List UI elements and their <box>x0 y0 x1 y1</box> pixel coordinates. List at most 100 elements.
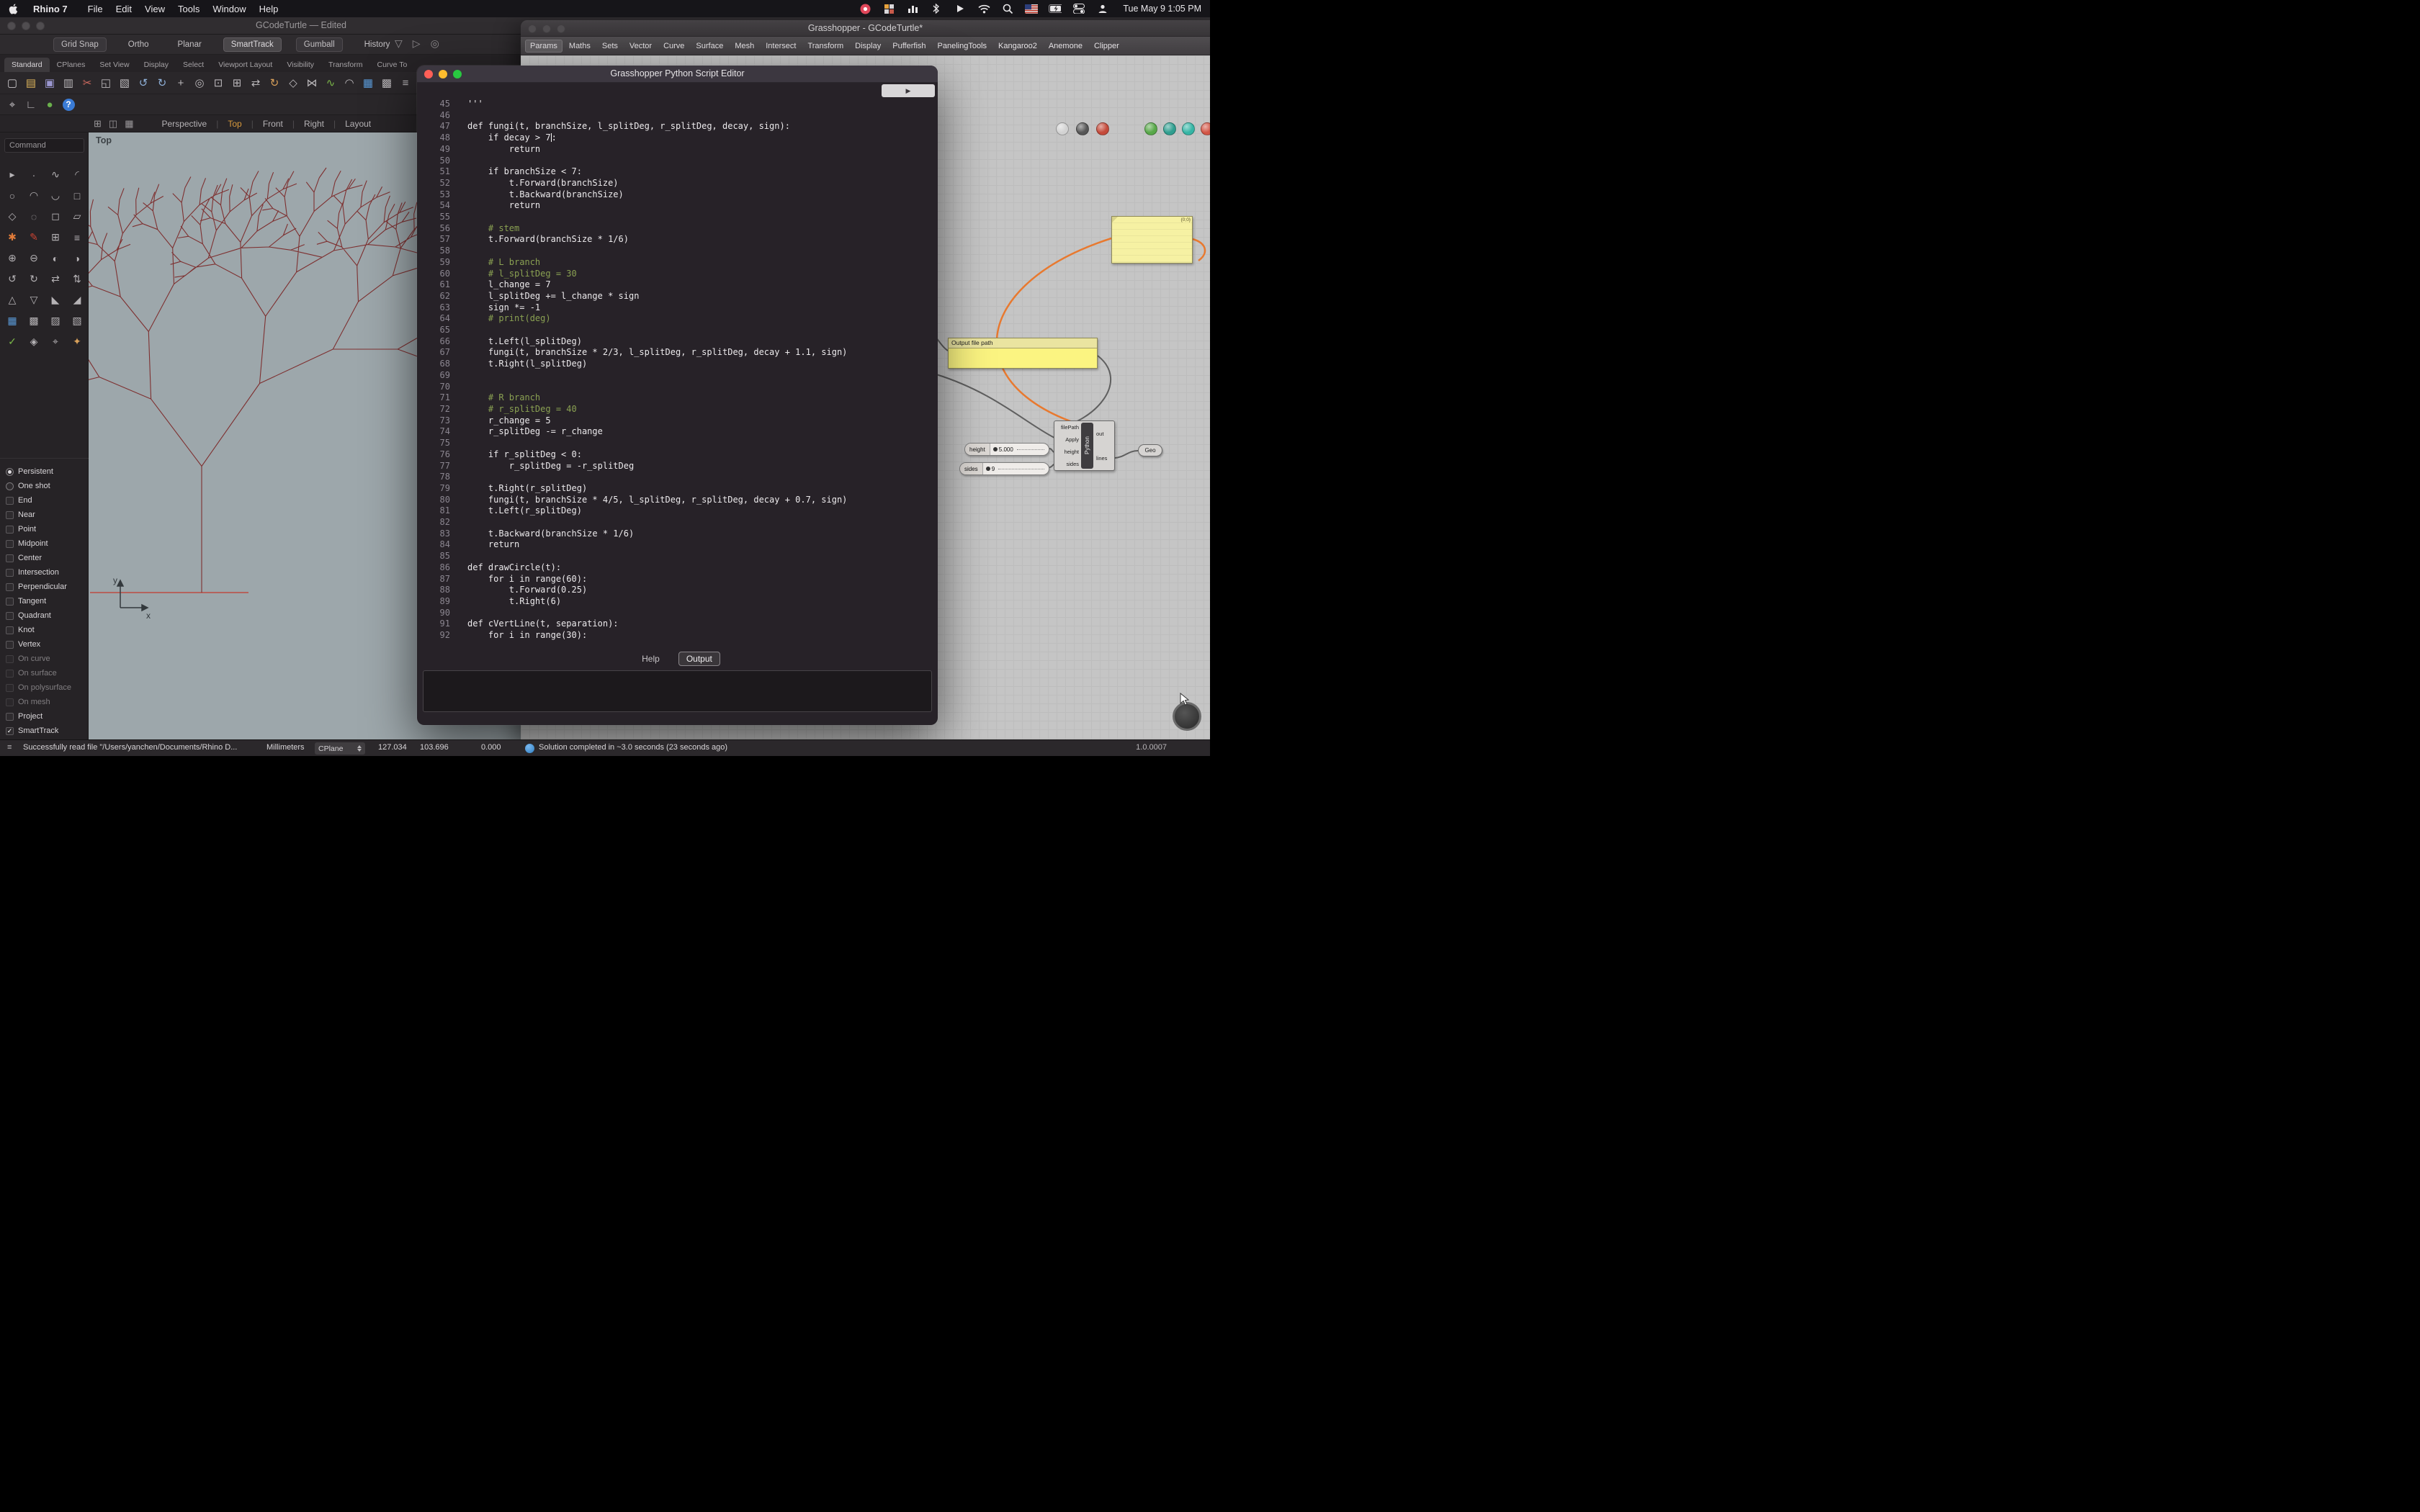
sides-slider[interactable]: sides 9 <box>959 462 1049 475</box>
osnap-item-perpendicular[interactable]: Perpendicular <box>6 580 89 594</box>
scale-icon[interactable]: ◇ <box>284 73 302 92</box>
slider-track[interactable]: 9 <box>983 463 1049 474</box>
shade-right-icon[interactable]: ◑ <box>66 248 88 269</box>
osnap-item-end[interactable]: End <box>6 493 89 508</box>
menu-clock[interactable]: Tue May 9 1:05 PM <box>1123 4 1201 14</box>
osnap-item-quadrant[interactable]: Quadrant <box>6 608 89 623</box>
osnap-item-vertex[interactable]: Vertex <box>6 637 89 652</box>
corner-br-icon[interactable]: ◢ <box>66 289 88 310</box>
zoom-extents-icon[interactable]: ⊞ <box>228 73 246 92</box>
ellipse-icon[interactable]: ◌ <box>23 206 45 227</box>
triangle-up-icon[interactable]: △ <box>1 289 23 310</box>
python-output-lines[interactable]: lines <box>1096 455 1114 462</box>
gh-menu-vector[interactable]: Vector <box>624 40 657 53</box>
spotlight-icon[interactable] <box>1001 3 1014 14</box>
redo-icon[interactable]: ↻ <box>153 73 171 92</box>
osnap-item-smarttrack[interactable]: ✓ SmartTrack <box>6 724 89 738</box>
checkbox-icon[interactable] <box>6 510 14 519</box>
cplane-dropdown[interactable]: CPlane <box>315 742 365 755</box>
slider-track[interactable]: 5.000 <box>990 444 1049 455</box>
display-teal-icon[interactable] <box>1163 122 1176 135</box>
toolbar-tab-standard[interactable]: Standard <box>4 58 50 72</box>
osnap-item-project[interactable]: Project <box>6 709 89 724</box>
boolean-diff-icon[interactable]: ⊖ <box>23 248 45 269</box>
toggle-gumball[interactable]: Gumball <box>295 37 343 52</box>
osnap-item-on-surface[interactable]: On surface <box>6 666 89 680</box>
help-icon[interactable]: ? <box>59 95 78 114</box>
minimize-window-icon[interactable] <box>542 24 551 33</box>
menu-file[interactable]: File <box>81 4 109 14</box>
slider-knob-icon[interactable] <box>992 447 998 451</box>
toggle-planar[interactable]: Planar <box>171 38 209 51</box>
display-rendered-icon[interactable] <box>1096 122 1109 135</box>
python-component[interactable]: filePath Apply height sides Python out lines <box>1054 420 1115 471</box>
slider-knob-icon[interactable] <box>985 467 990 471</box>
curve-icon[interactable]: ∿ <box>321 73 340 92</box>
minimize-window-icon[interactable] <box>439 70 447 78</box>
new-file-icon[interactable]: ▢ <box>3 73 22 92</box>
freeform-curve-icon[interactable]: ∿ <box>45 164 66 185</box>
output-console[interactable] <box>423 670 932 712</box>
gh-menu-kangaroo2[interactable]: Kangaroo2 <box>993 40 1042 53</box>
checkbox-icon[interactable] <box>6 539 14 548</box>
geo-component[interactable]: Geo <box>1138 444 1162 456</box>
menu-help[interactable]: Help <box>253 4 285 14</box>
zoom-icon[interactable]: ◎ <box>190 73 209 92</box>
control-center-icon[interactable] <box>1072 3 1085 14</box>
command-input[interactable]: Command <box>4 138 84 153</box>
python-input-apply[interactable]: Apply <box>1054 436 1079 443</box>
radio-icon[interactable] <box>6 482 14 490</box>
rectangle-icon[interactable]: □ <box>66 185 88 206</box>
cplane-axes-icon[interactable]: ∟ <box>22 95 40 114</box>
output-file-path-panel[interactable]: Output file path <box>948 338 1098 369</box>
sparkle-icon[interactable]: ✦ <box>66 331 88 352</box>
selection-filter-icon[interactable]: ▽ <box>395 37 403 50</box>
checkbox-icon[interactable] <box>6 626 14 634</box>
display-red-icon[interactable] <box>1201 122 1210 135</box>
gumball-icon[interactable]: ● <box>40 95 59 114</box>
viewport-tab-perspective[interactable]: Perspective <box>153 119 217 129</box>
hatch-dense-icon[interactable]: ▩ <box>23 310 45 331</box>
gh-menu-transform[interactable]: Transform <box>802 40 848 53</box>
user-icon[interactable] <box>1096 3 1109 14</box>
zoom-window-icon[interactable] <box>36 22 45 30</box>
battery-icon[interactable] <box>1049 3 1062 14</box>
check-icon[interactable]: ✓ <box>1 331 23 352</box>
height-slider[interactable]: height 5.000 <box>964 443 1049 456</box>
copy-icon[interactable]: ◱ <box>97 73 115 92</box>
gh-menu-surface[interactable]: Surface <box>691 40 728 53</box>
gem-icon[interactable]: ◈ <box>23 331 45 352</box>
menu-tools[interactable]: Tools <box>171 4 206 14</box>
checkbox-icon[interactable] <box>6 683 14 692</box>
checkbox-icon[interactable] <box>6 698 14 706</box>
osnap-item-on-polysurface[interactable]: On polysurface <box>6 680 89 695</box>
gh-menu-mesh[interactable]: Mesh <box>730 40 759 53</box>
zoom-window-icon[interactable]: ⊡ <box>209 73 228 92</box>
viewport-name-label[interactable]: Top <box>96 135 112 145</box>
grid-app-icon[interactable] <box>882 3 895 14</box>
gh-menu-intersect[interactable]: Intersect <box>761 40 801 53</box>
boolean-union-icon[interactable]: ⊕ <box>1 248 23 269</box>
gh-menu-pufferfish[interactable]: Pufferfish <box>887 40 931 53</box>
swap-v-icon[interactable]: ⇅ <box>66 269 88 289</box>
checkbox-icon[interactable] <box>6 554 14 562</box>
mesh-grid-icon[interactable]: ▦ <box>1 310 23 331</box>
checkbox-icon[interactable] <box>6 525 14 534</box>
split-view-icon[interactable]: ◫ <box>109 118 117 130</box>
toolbar-tab-cplanes[interactable]: CPlanes <box>50 58 93 72</box>
display-aqua-icon[interactable] <box>1182 122 1195 135</box>
print-icon[interactable]: ▥ <box>59 73 78 92</box>
plane-icon[interactable]: ◻ <box>45 206 66 227</box>
viewport-tab-layout[interactable]: Layout <box>336 119 380 129</box>
checkbox-icon[interactable] <box>6 611 14 620</box>
osnap-item-on-curve[interactable]: On curve <box>6 652 89 666</box>
arc-icon[interactable]: ◠ <box>340 73 359 92</box>
osnap-item-center[interactable]: Center <box>6 551 89 565</box>
history-play-icon[interactable]: ▷ <box>413 37 421 50</box>
toolbar-tab-transform[interactable]: Transform <box>321 58 369 72</box>
bluetooth-icon[interactable] <box>930 3 943 14</box>
checkbox-icon[interactable] <box>6 496 14 505</box>
pencil-icon[interactable]: ✎ <box>23 227 45 248</box>
redo-view-icon[interactable]: ↻ <box>23 269 45 289</box>
apple-menu-icon[interactable] <box>9 3 18 14</box>
